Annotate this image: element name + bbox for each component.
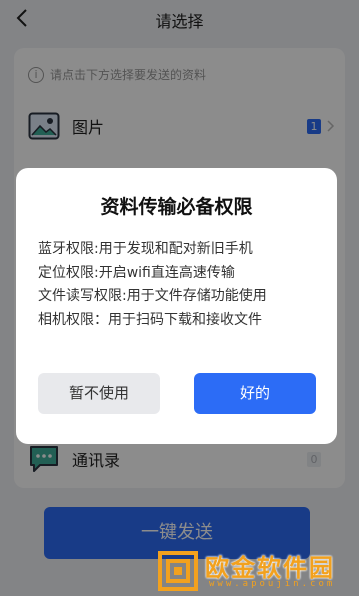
permission-bluetooth: 蓝牙权限:用于发现和配对新旧手机 [38,241,253,257]
permission-camera: 相机权限：用于扫码下载和接收文件 [38,311,262,328]
watermark-name: 欧金软件园 [205,554,335,582]
permission-location: 定位权限:开启wifi直连高速传输 [38,264,235,281]
dialog-title: 资料传输必备权限 [100,196,253,218]
watermark: 欧金软件园 www.apoujin.com [157,548,355,594]
permission-list: 蓝牙权限:用于发现和配对新旧手机 定位权限:开启wifi直连高速传输 文件读写权… [38,238,328,332]
watermark-logo-icon [158,551,198,591]
cancel-button[interactable]: 暂不使用 [38,373,160,414]
watermark-url: www.apoujin.com [209,579,336,589]
permission-storage: 文件读写权限:用于文件存储功能使用 [38,288,267,304]
permission-dialog: 资料传输必备权限 蓝牙权限:用于发现和配对新旧手机 定位权限:开启wifi直连高… [16,168,337,444]
ok-button[interactable]: 好的 [194,373,316,414]
